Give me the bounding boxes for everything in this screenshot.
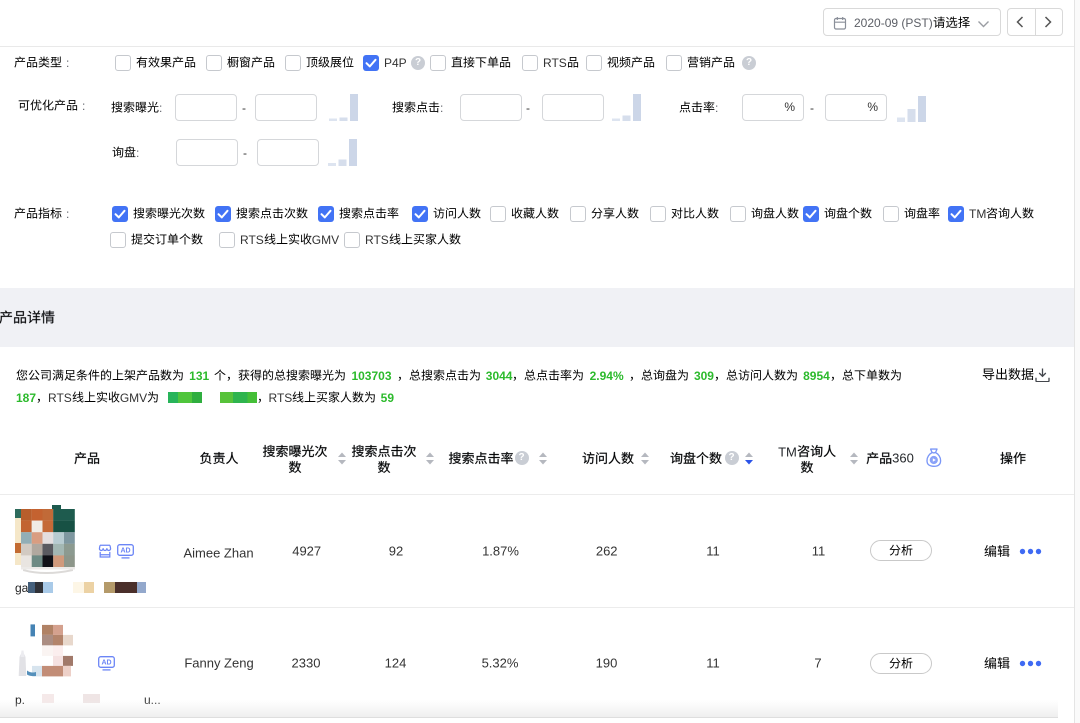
svg-text:AD: AD	[101, 660, 111, 667]
svg-text:AD: AD	[120, 548, 130, 555]
